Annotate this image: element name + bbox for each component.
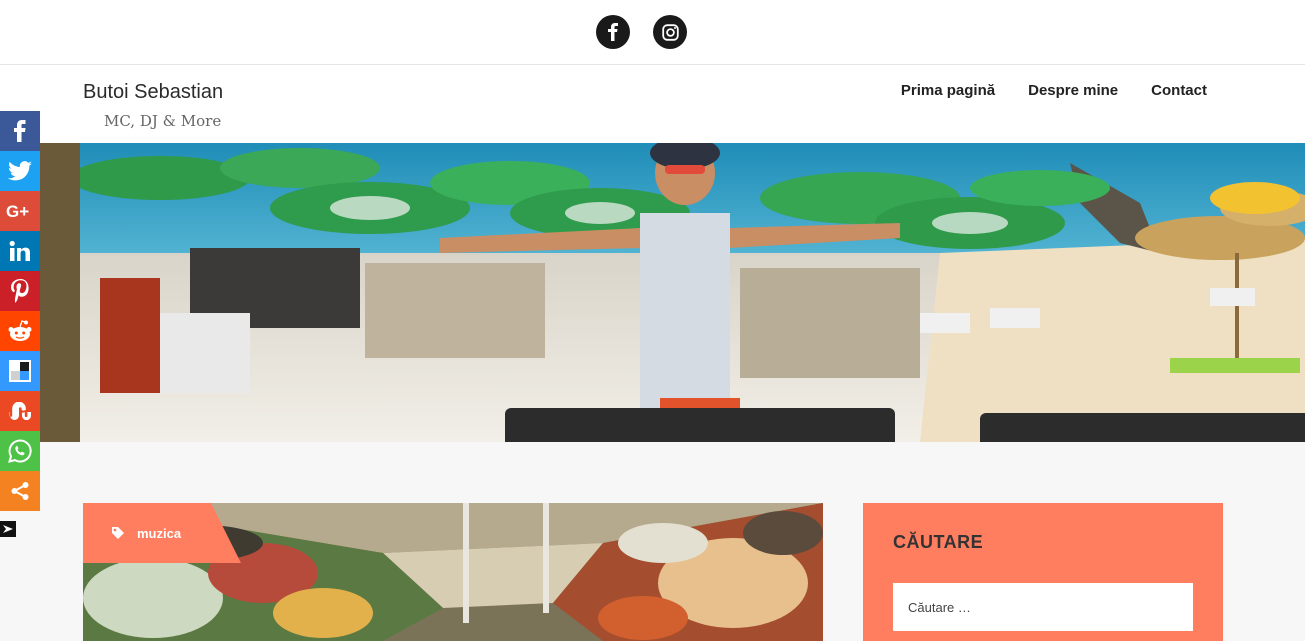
share-pinterest-button[interactable] bbox=[0, 271, 40, 311]
site-tagline: MC, DJ & More bbox=[104, 112, 222, 130]
site-title[interactable]: Butoi Sebastian bbox=[83, 81, 223, 104]
share-more-button[interactable] bbox=[0, 471, 40, 511]
site-header: Butoi Sebastian MC, DJ & More Prima pagi… bbox=[0, 65, 1305, 143]
share-linkedin-button[interactable] bbox=[0, 231, 40, 271]
delicious-icon bbox=[9, 360, 31, 382]
share-twitter-button[interactable] bbox=[0, 151, 40, 191]
reddit-icon bbox=[8, 320, 32, 341]
facebook-icon bbox=[14, 120, 26, 142]
instagram-icon bbox=[661, 23, 679, 41]
hero-image bbox=[40, 143, 1305, 442]
nav-home[interactable]: Prima pagină bbox=[901, 82, 995, 99]
twitter-icon bbox=[8, 161, 32, 181]
facebook-link[interactable] bbox=[596, 15, 630, 49]
share-delicious-button[interactable] bbox=[0, 351, 40, 391]
main-nav: Prima pagină Despre mine Contact bbox=[901, 82, 1207, 99]
search-input[interactable] bbox=[893, 583, 1193, 631]
share-google-plus-button[interactable]: G+ bbox=[0, 191, 40, 231]
google-plus-icon: G+ bbox=[6, 203, 29, 219]
post-card[interactable]: muzica bbox=[83, 503, 823, 641]
instagram-link[interactable] bbox=[653, 15, 687, 49]
nav-contact[interactable]: Contact bbox=[1151, 82, 1207, 99]
share-bar: G+ bbox=[0, 111, 40, 511]
linkedin-icon bbox=[9, 240, 30, 261]
share-reddit-button[interactable] bbox=[0, 311, 40, 351]
share-stumbleupon-button[interactable] bbox=[0, 391, 40, 431]
stumbleupon-icon bbox=[9, 402, 31, 420]
share-bar-toggle[interactable] bbox=[0, 521, 16, 537]
share-facebook-button[interactable] bbox=[0, 111, 40, 151]
search-widget: CĂUTARE bbox=[863, 503, 1223, 641]
nav-about[interactable]: Despre mine bbox=[1028, 82, 1118, 99]
hero-illustration bbox=[40, 143, 1305, 442]
social-topbar bbox=[0, 0, 1305, 65]
post-tag[interactable]: muzica bbox=[83, 503, 241, 563]
facebook-icon bbox=[608, 23, 618, 41]
arrow-icon bbox=[3, 525, 13, 533]
share-icon bbox=[11, 482, 29, 500]
whatsapp-icon bbox=[8, 439, 32, 463]
tag-icon bbox=[112, 527, 124, 539]
svg-text:G+: G+ bbox=[6, 203, 29, 219]
search-widget-title: CĂUTARE bbox=[893, 532, 984, 552]
share-whatsapp-button[interactable] bbox=[0, 431, 40, 471]
pinterest-icon bbox=[11, 279, 29, 303]
post-tag-label: muzica bbox=[137, 525, 182, 541]
